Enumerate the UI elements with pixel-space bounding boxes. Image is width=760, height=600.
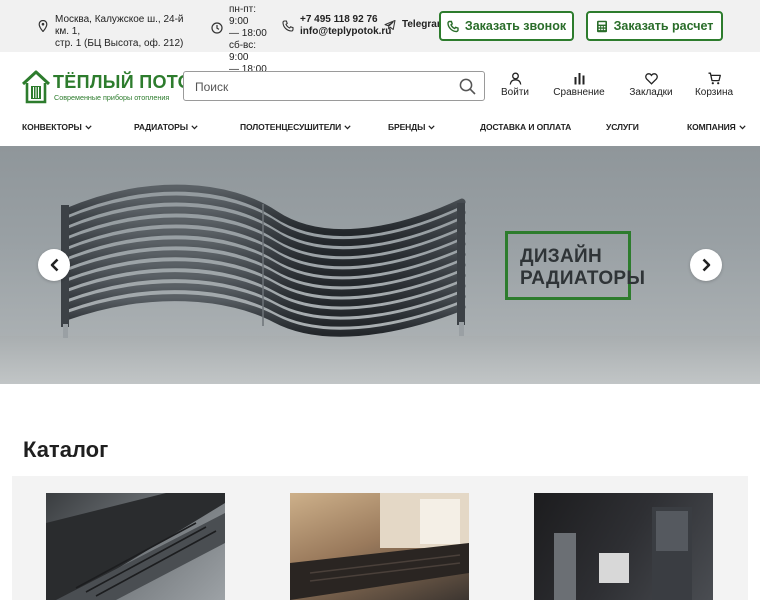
heart-icon: [644, 73, 658, 85]
search-input[interactable]: [195, 79, 445, 95]
nav-item-label: КОМПАНИЯ: [687, 122, 736, 132]
hours-line: пн-пт: 9:00: [229, 4, 257, 27]
nav-item-company[interactable]: КОМПАНИЯ: [687, 122, 746, 132]
nav-item-label: БРЕНДЫ: [388, 122, 426, 132]
hero-heading: ДИЗАЙН РАДИАТОРЫ: [520, 246, 645, 290]
hours-line: — 18:00: [229, 28, 267, 39]
user-icon: [509, 72, 521, 85]
catalog-card-image[interactable]: [534, 493, 713, 600]
phone-link[interactable]: +7 495 118 92 76: [300, 14, 391, 26]
house-logo-icon: [22, 70, 50, 104]
logo-name: ТЁПЛЫЙ ПОТОК: [53, 72, 204, 92]
cart-button[interactable]: Корзина: [694, 72, 734, 98]
radiator-tubes: [62, 184, 466, 337]
nav-item-brands[interactable]: БРЕНДЫ: [388, 122, 436, 132]
address-line: стр. 1 (БЦ Высота, оф. 212): [55, 38, 184, 49]
login-label: Войти: [501, 87, 529, 98]
working-hours: пн-пт: 9:00 — 18:00 сб-вс: 9:00 — 18:00: [211, 4, 277, 76]
site-logo[interactable]: ТЁПЛЫЙ ПОТОК Современные приборы отоплен…: [22, 70, 203, 104]
top-info-bar: Москва, Калужское ш., 24-й км. 1, стр. 1…: [0, 0, 760, 75]
compare-button[interactable]: Сравнение: [553, 72, 605, 98]
nav-item-convectors[interactable]: КОНВЕКТОРЫ: [22, 122, 92, 132]
chevron-down-icon: [85, 124, 92, 129]
floor-convector-image: [46, 493, 225, 600]
phone-icon: [447, 20, 459, 32]
catalog-card-image[interactable]: [290, 493, 469, 600]
address-line: Москва, Калужское ш., 24-й км. 1,: [55, 14, 184, 37]
hours-line: сб-вс: 9:00: [229, 40, 257, 63]
nav-item-towel-warmers[interactable]: ПОЛОТЕНЦЕСУШИТЕЛИ: [240, 122, 351, 132]
clock-icon: [211, 22, 223, 34]
hero-line: РАДИАТОРЫ: [520, 268, 646, 289]
catalog-card-image[interactable]: [46, 493, 225, 600]
nav-item-delivery[interactable]: ДОСТАВКА И ОПЛАТА: [480, 122, 571, 132]
search-icon[interactable]: [459, 78, 476, 95]
telegram-link[interactable]: Telegram: [384, 19, 446, 31]
cart-label: Корзина: [694, 87, 734, 98]
bookmarks-button[interactable]: Закладки: [629, 72, 673, 98]
nav-item-label: УСЛУГИ: [606, 122, 639, 132]
logo-tagline: Современные приборы отопления: [54, 93, 170, 102]
telegram-icon: [384, 20, 396, 30]
address[interactable]: Москва, Калужское ш., 24-й км. 1, стр. 1…: [37, 14, 197, 50]
order-calculation-button[interactable]: Заказать расчет: [586, 11, 723, 41]
main-navigation: КОНВЕКТОРЫ РАДИАТОРЫ ПОЛОТЕНЦЕСУШИТЕЛИ Б…: [0, 118, 760, 138]
hero-line: ДИЗАЙН: [520, 246, 602, 267]
order-calculation-label: Заказать расчет: [613, 19, 714, 33]
order-call-label: Заказать звонок: [464, 19, 567, 33]
chevron-down-icon: [344, 124, 351, 129]
chevron-down-icon: [739, 124, 746, 129]
radiator-right-collector: [457, 203, 465, 325]
compare-bars-icon: [574, 73, 584, 85]
compare-label: Сравнение: [553, 87, 605, 98]
nav-item-label: ПОЛОТЕНЦЕСУШИТЕЛИ: [240, 122, 342, 132]
order-call-button[interactable]: Заказать звонок: [439, 11, 574, 41]
cart-icon: [708, 72, 721, 85]
slider-prev-button[interactable]: [38, 249, 70, 281]
nav-item-label: РАДИАТОРЫ: [134, 122, 188, 132]
nav-item-label: КОНВЕКТОРЫ: [22, 122, 82, 132]
email-link[interactable]: info@teplypotok.ru: [300, 26, 391, 38]
radiator-image: [61, 184, 466, 338]
login-button[interactable]: Войти: [501, 72, 529, 98]
chevron-left-icon: [50, 258, 58, 272]
nav-item-label: ДОСТАВКА И ОПЛАТА: [480, 122, 572, 132]
window-convector-image: [290, 493, 469, 600]
contacts: +7 495 118 92 76 info@teplypotok.ru: [282, 14, 391, 38]
chevron-down-icon: [191, 124, 198, 129]
radiator-valve: [459, 322, 464, 336]
nav-item-radiators[interactable]: РАДИАТОРЫ: [134, 122, 198, 132]
hero-slider: ДИЗАЙН РАДИАТОРЫ: [0, 146, 760, 384]
chevron-right-icon: [702, 258, 710, 272]
bookmarks-label: Закладки: [629, 87, 673, 98]
search-box: [183, 71, 485, 101]
slider-next-button[interactable]: [690, 249, 722, 281]
nav-item-services[interactable]: УСЛУГИ: [606, 122, 639, 132]
chevron-down-icon: [428, 124, 436, 129]
catalog-title: Каталог: [23, 437, 109, 462]
radiator-valve: [63, 324, 68, 338]
phone-icon: [282, 20, 294, 32]
designer-radiator-image: [554, 507, 692, 600]
calculator-icon: [596, 20, 607, 32]
map-pin-icon: [38, 20, 48, 32]
